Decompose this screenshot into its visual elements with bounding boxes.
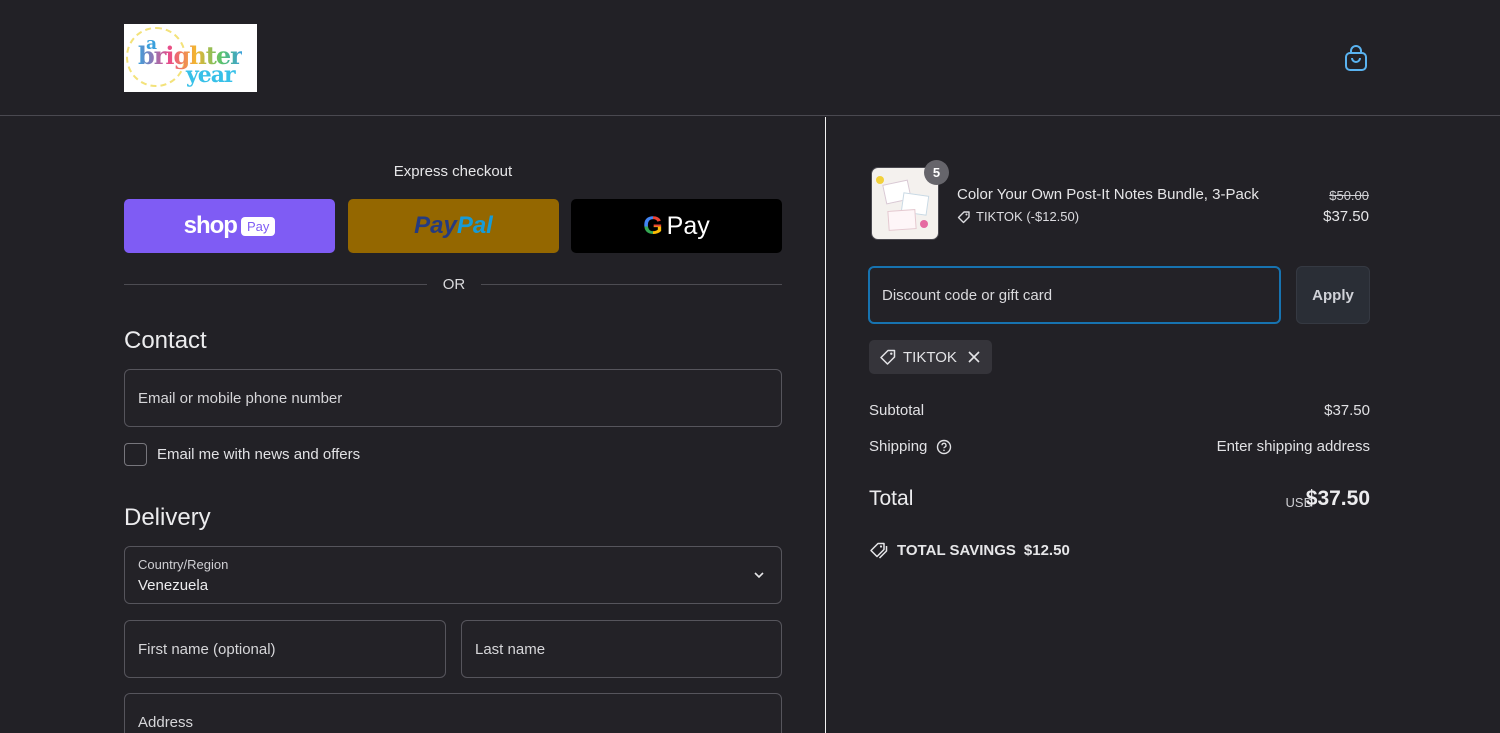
google-pay-wordmark: G Pay [643, 212, 710, 241]
first-name-field[interactable] [138, 621, 433, 677]
thumb-note [887, 209, 917, 231]
express-checkout-title: Express checkout [393, 163, 513, 180]
or-divider-left [124, 284, 427, 285]
savings-label: TOTAL SAVINGS [897, 541, 1016, 559]
newsletter-checkbox[interactable] [124, 443, 147, 466]
or-divider-right [481, 284, 782, 285]
shop-pay-wordmark: shop [183, 212, 238, 239]
total-value: $37.50 [1305, 487, 1370, 510]
site-header: a brighter year [0, 0, 1500, 116]
chevron-down-icon [754, 572, 764, 579]
address-field-wrapper [124, 693, 782, 733]
tag-icon [957, 210, 970, 223]
last-name-field[interactable] [475, 621, 769, 677]
remove-discount-icon[interactable] [966, 349, 982, 365]
applied-discount-code: TIKTOK [903, 348, 957, 366]
address-field[interactable] [138, 694, 769, 733]
first-name-field-wrapper [124, 620, 446, 678]
paypal-button[interactable]: PayPal [348, 199, 559, 253]
shop-pay-button[interactable]: shop Pay [124, 199, 335, 253]
thumb-decoration [876, 176, 884, 184]
original-price: $50.00 [1329, 188, 1369, 203]
country-select[interactable]: Country/Region Venezuela [124, 546, 782, 604]
shipping-label: Shipping [869, 438, 928, 455]
shopping-bag-icon[interactable] [1343, 44, 1369, 72]
newsletter-label: Email me with news and offers [157, 446, 361, 463]
savings-value: $12.50 [1023, 541, 1070, 559]
product-discount-text: TIKTOK (-$12.50) [976, 209, 1080, 224]
email-field-wrapper [124, 369, 782, 427]
applied-discount-chip: TIKTOK [869, 340, 992, 374]
tags-icon [870, 542, 888, 559]
last-name-field-wrapper [461, 620, 782, 678]
logo-text-year: year [186, 62, 236, 88]
quantity-badge: 5 [924, 160, 949, 185]
paypal-wordmark: PayPal [414, 212, 493, 240]
subtotal-value: $37.50 [1324, 402, 1370, 419]
contact-title: Contact [124, 327, 207, 354]
column-divider [825, 117, 826, 733]
total-savings: TOTAL SAVINGS $12.50 [869, 541, 1070, 559]
apply-discount-button[interactable]: Apply [1296, 266, 1370, 324]
product-name: Color Your Own Post-It Notes Bundle, 3-P… [957, 186, 1259, 203]
shipping-row: Shipping Enter shipping address [869, 438, 1370, 455]
subtotal-label: Subtotal [869, 402, 925, 419]
help-circle-icon[interactable] [936, 439, 952, 455]
paypal-pal-text: Pal [456, 212, 493, 239]
thumb-decoration [920, 220, 928, 228]
shop-pay-badge: Pay [240, 216, 276, 236]
total-label: Total [869, 487, 914, 510]
google-g-icon: G [643, 211, 663, 240]
country-select-label: Country/Region [138, 557, 229, 572]
country-select-value: Venezuela [138, 577, 209, 594]
shipping-value: Enter shipping address [1216, 438, 1370, 455]
email-field[interactable] [138, 370, 769, 426]
or-separator: OR [442, 276, 466, 293]
delivery-title: Delivery [124, 504, 211, 531]
store-logo[interactable]: a brighter year [124, 24, 257, 92]
discount-code-input[interactable] [882, 268, 1267, 322]
tag-icon [880, 349, 896, 365]
subtotal-row: Subtotal $37.50 [869, 402, 1370, 419]
product-discount: TIKTOK (-$12.50) [957, 209, 1079, 224]
item-price: $37.50 [1323, 208, 1369, 225]
paypal-pay-text: Pay [414, 212, 457, 239]
google-pay-text: Pay [666, 211, 710, 240]
discount-field-wrapper [868, 266, 1281, 324]
google-pay-button[interactable]: G Pay [571, 199, 782, 253]
